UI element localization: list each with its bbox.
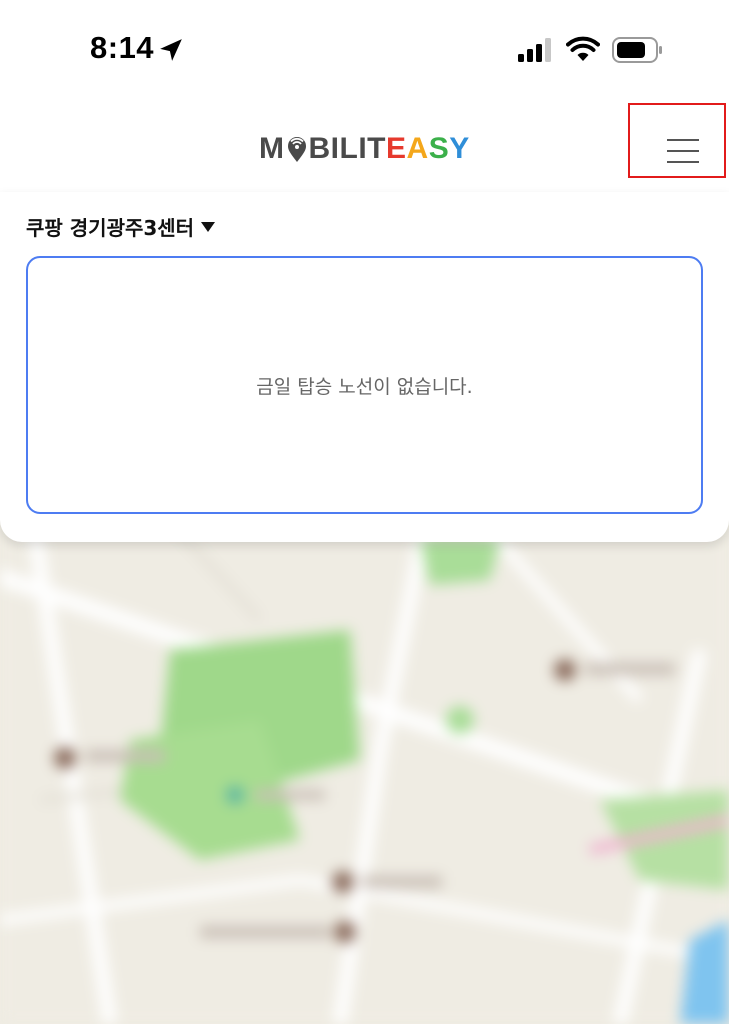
hamburger-menu-icon-bar-top	[667, 139, 699, 141]
center-name: 쿠팡 경기광주3센터	[26, 216, 195, 240]
logo-letter-y: Y	[449, 132, 470, 165]
route-panel: 쿠팡 경기광주3센터 금일 탑승 노선이 없습니다.	[0, 192, 729, 542]
hamburger-menu-button[interactable]	[628, 103, 726, 178]
logo-letter-m: M	[259, 132, 285, 165]
empty-route-message: 금일 탑승 노선이 없습니다.	[256, 375, 473, 398]
map-background	[0, 500, 729, 1024]
mobiliteasy-logo: M BILIT E A S Y	[259, 132, 470, 165]
status-bar: 8:14	[0, 0, 729, 100]
logo-letter-e: E	[386, 132, 407, 165]
map-view[interactable]	[0, 500, 729, 1024]
logo-letter-a: A	[406, 132, 429, 165]
map-pin-wifi-icon	[286, 135, 308, 163]
logo-letters-bilit: BILIT	[308, 132, 386, 165]
center-selector-dropdown[interactable]: 쿠팡 경기광주3센터	[26, 212, 216, 241]
hamburger-menu-icon-bar-bottom	[667, 161, 699, 163]
hamburger-menu-icon-bar-middle	[667, 150, 699, 152]
wifi-icon	[566, 36, 600, 61]
caret-down-icon	[201, 221, 216, 232]
app-header: M BILIT E A S Y	[0, 100, 729, 192]
today-route-box: 금일 탑승 노선이 없습니다.	[26, 256, 703, 514]
battery-icon	[612, 37, 662, 63]
cellular-signal-icon	[518, 38, 551, 62]
status-time: 8:14	[90, 30, 155, 65]
logo-letter-s: S	[428, 132, 450, 165]
location-arrow-icon	[160, 39, 182, 61]
